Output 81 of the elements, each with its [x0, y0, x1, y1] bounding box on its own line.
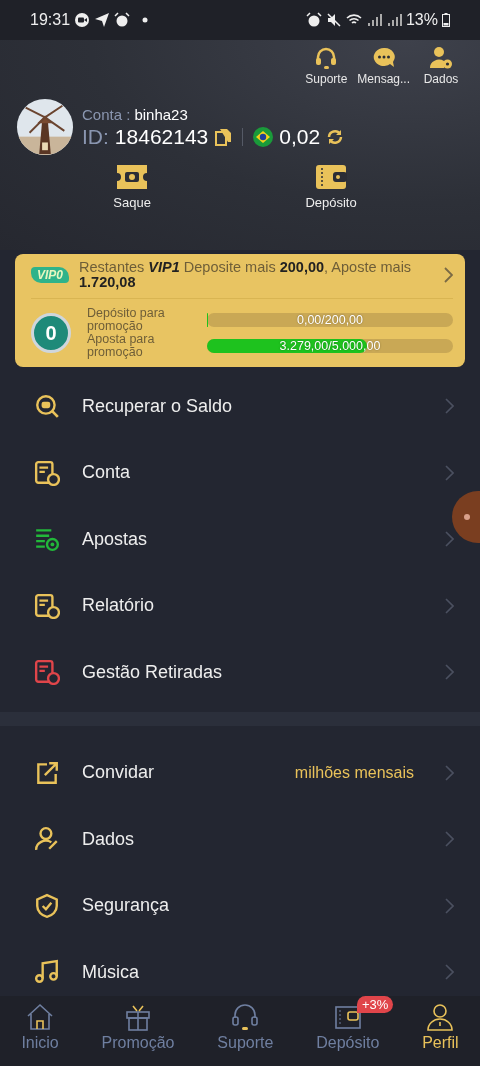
menu-note: milhões mensais: [294, 763, 414, 782]
flag-icon: [253, 126, 274, 147]
account-label: Conta :: [82, 105, 131, 123]
menu-icon: [34, 459, 60, 486]
menu-label: Relatório: [82, 595, 156, 617]
menu-icon: [34, 659, 60, 686]
menu-item[interactable]: Relatório: [0, 572, 480, 639]
menu-item[interactable]: Recuperar o Saldo: [0, 373, 480, 440]
shortcut-button[interactable]: Mensag...: [357, 46, 410, 86]
username: binha23: [134, 105, 188, 123]
user-settings-icon: [429, 46, 453, 70]
status-time: 19:31: [30, 11, 71, 29]
balance: 0,02: [279, 124, 321, 149]
nav-tab[interactable]: Perfil: [408, 996, 473, 1052]
signal-icon: [365, 12, 382, 28]
refresh-icon[interactable]: [326, 127, 345, 146]
chevron-right-icon: [444, 764, 454, 781]
menu-item[interactable]: Segurança: [0, 872, 480, 939]
menu-label: Música: [82, 961, 140, 983]
nav-tab[interactable]: Suporte: [203, 996, 288, 1052]
chevron-right-icon: [444, 531, 454, 548]
alarm-icon: [114, 12, 131, 28]
menu-icon: [34, 592, 60, 619]
nav-icon: [425, 1002, 456, 1032]
chevron-right-icon: [444, 664, 454, 681]
menu-label: Recuperar o Saldo: [82, 395, 234, 417]
chevron-right-icon: [443, 267, 453, 283]
vip-level-medal: 0: [31, 313, 71, 353]
menu-icon: [34, 393, 60, 420]
vip-badge: VIP0: [31, 267, 69, 283]
nav-tab[interactable]: Inicio: [7, 996, 73, 1052]
menu-label: Apostas: [82, 528, 149, 550]
chevron-right-icon: [444, 464, 454, 481]
nav-tab[interactable]: Promoção: [87, 996, 189, 1052]
chevron-right-icon: [444, 398, 454, 415]
menu-label: Segurança: [82, 895, 171, 917]
menu-item[interactable]: Convidar milhões mensais: [0, 739, 480, 806]
progress-reading: 0,00/200,00: [295, 313, 364, 327]
battery-percent: 13%: [405, 11, 438, 29]
chevron-right-icon: [444, 897, 454, 914]
menu-icon: [34, 892, 60, 919]
menu-item[interactable]: Conta: [0, 439, 480, 506]
headset-icon: [314, 46, 339, 70]
nav-tab[interactable]: Depósito +3%: [302, 996, 394, 1052]
menu-icon: [34, 959, 60, 986]
user-id: 18462143: [114, 124, 209, 149]
ticket-icon: [116, 164, 149, 190]
chat-icon: [371, 46, 396, 70]
shortcut-button[interactable]: Dados: [418, 46, 464, 86]
menu-item[interactable]: Gestão Retiradas: [0, 639, 480, 706]
shortcut-button[interactable]: Suporte: [303, 46, 350, 86]
battery-icon: [442, 13, 450, 27]
menu-label: Gestão Retiradas: [82, 661, 224, 683]
chevron-right-icon: [444, 964, 454, 981]
video-icon: [74, 12, 91, 28]
chevron-right-icon: [444, 831, 454, 848]
action-button[interactable]: Saque: [113, 164, 151, 210]
mute-icon: [325, 12, 342, 28]
wallet-icon: [315, 164, 348, 190]
menu-label: Dados: [82, 828, 136, 850]
menu-item[interactable]: Música: [0, 939, 480, 996]
menu-icon: [34, 826, 60, 853]
nav-icon: [230, 1002, 261, 1032]
send-icon: [94, 12, 111, 28]
menu-label: Convidar: [82, 762, 156, 784]
action-button[interactable]: Depósito: [305, 164, 357, 210]
menu-label: Conta: [82, 462, 132, 484]
vip-message: Restantes VIP1 Deposite mais 200,00, Aposte mais 1.720,08: [79, 260, 413, 290]
floating-button[interactable]: [452, 491, 480, 543]
notification-dot-icon: [142, 17, 149, 23]
progress-label: Depósito para promoção: [87, 307, 166, 333]
progress-label: Aposta para promoção: [87, 333, 156, 359]
signal-icon: [385, 12, 402, 28]
bonus-badge: +3%: [356, 996, 394, 1013]
menu-item[interactable]: Dados: [0, 806, 480, 873]
id-label: ID:: [82, 124, 109, 149]
copy-icon[interactable]: [214, 127, 233, 146]
alarm-icon: [305, 12, 322, 28]
menu-icon: [34, 759, 60, 786]
chevron-right-icon: [444, 597, 454, 614]
menu-icon: [34, 526, 60, 553]
